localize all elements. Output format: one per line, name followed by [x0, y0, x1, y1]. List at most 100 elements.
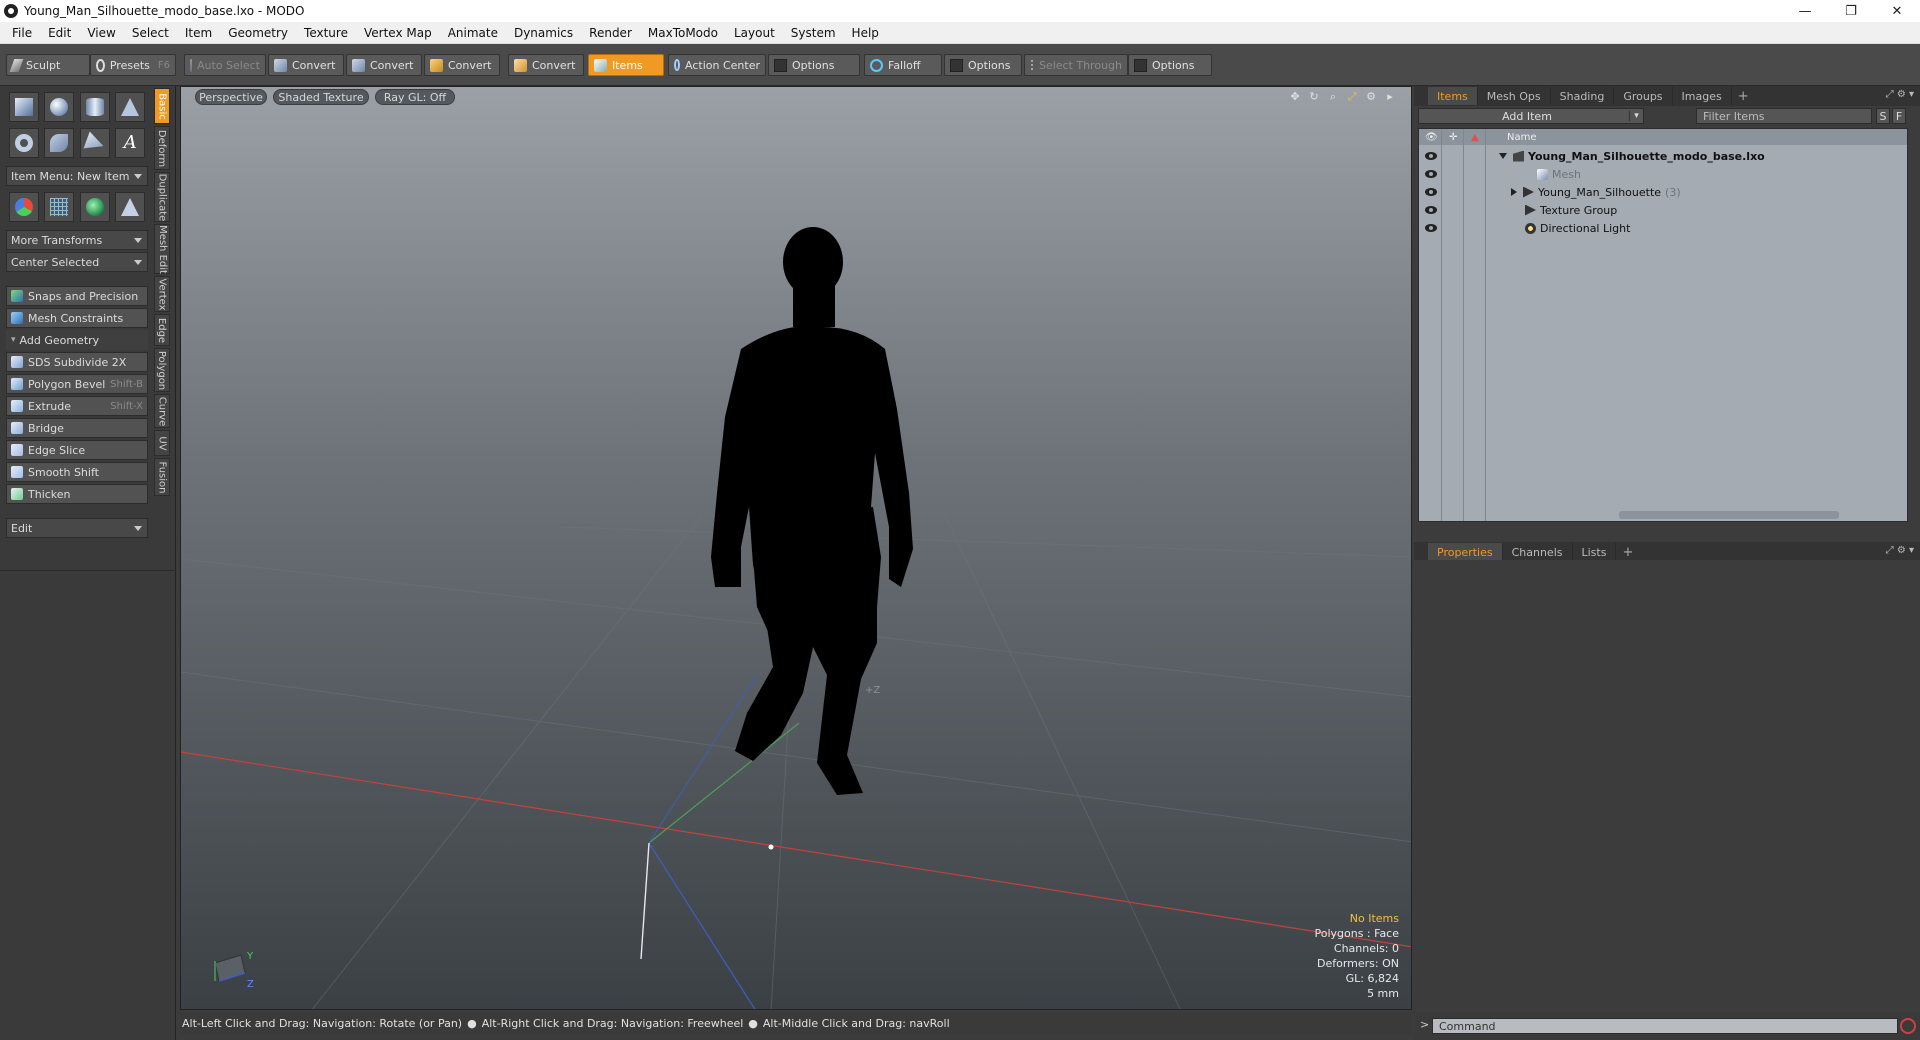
shading-mode-button[interactable]: Shaded Texture — [273, 89, 369, 105]
maximize-button[interactable]: ❐ — [1828, 0, 1874, 22]
collapsed-icon[interactable] — [1511, 188, 1517, 196]
auto-select-button[interactable]: Auto Select — [184, 54, 266, 76]
tab-lists[interactable]: Lists — [1573, 543, 1617, 561]
tab-mesh-ops[interactable]: Mesh Ops — [1478, 87, 1551, 105]
pan-icon[interactable]: ✥ — [1288, 90, 1302, 104]
menu-geometry[interactable]: Geometry — [220, 22, 296, 44]
menu-animate[interactable]: Animate — [440, 22, 506, 44]
young-man-silhouette[interactable] — [711, 227, 913, 795]
horizontal-scrollbar[interactable] — [1619, 511, 1839, 519]
transform-tool[interactable] — [8, 192, 39, 222]
filter-items-input[interactable]: Filter Items — [1696, 108, 1872, 124]
vtab-deform[interactable]: Deform — [154, 126, 170, 170]
select-through-button[interactable]: Select Through — [1024, 54, 1128, 76]
add-tab-icon[interactable]: + — [1738, 89, 1749, 104]
bridge-button[interactable]: Bridge — [6, 418, 148, 438]
torus-tool[interactable] — [8, 128, 39, 158]
edge-slice-button[interactable]: Edge Slice — [6, 440, 148, 460]
items-mode-button[interactable]: Items — [588, 54, 664, 76]
menu-layout[interactable]: Layout — [726, 22, 783, 44]
sculpt-button[interactable]: Sculpt — [6, 54, 90, 76]
convert-button-2[interactable]: Convert — [346, 54, 422, 76]
center-selected-dropdown[interactable]: Center Selected — [6, 252, 148, 272]
falloff-button[interactable]: Falloff — [864, 54, 942, 76]
menu-vertex-map[interactable]: Vertex Map — [356, 22, 440, 44]
eye-icon[interactable] — [1425, 206, 1437, 214]
menu-maxtomodo[interactable]: MaxToModo — [640, 22, 726, 44]
tab-properties[interactable]: Properties — [1428, 543, 1503, 561]
action-center-button[interactable]: Action Center — [668, 54, 766, 76]
smooth-shift-button[interactable]: Smooth Shift — [6, 462, 148, 482]
tab-shading[interactable]: Shading — [1551, 87, 1615, 105]
menu-edit[interactable]: Edit — [40, 22, 79, 44]
view-axis-gizmo[interactable]: Y Z — [214, 951, 254, 990]
filter-f-button[interactable]: F — [1892, 108, 1906, 124]
vtab-basic[interactable]: Basic — [154, 88, 170, 124]
vtab-edge[interactable]: Edge — [154, 314, 170, 346]
convert-button-1[interactable]: Convert — [268, 54, 344, 76]
tab-images[interactable]: Images — [1673, 87, 1732, 105]
close-button[interactable]: ✕ — [1874, 0, 1920, 22]
tree-item-group[interactable]: Texture Group — [1419, 201, 1907, 219]
gear-icon[interactable]: ⚙ — [1364, 90, 1378, 104]
menu-help[interactable]: Help — [844, 22, 887, 44]
menu-select[interactable]: Select — [124, 22, 177, 44]
item-menu-dropdown[interactable]: Item Menu: New Item — [6, 166, 148, 186]
menu-item[interactable]: Item — [177, 22, 220, 44]
tab-groups[interactable]: Groups — [1614, 87, 1673, 105]
filter-s-button[interactable]: S — [1876, 108, 1890, 124]
eye-icon[interactable] — [1425, 224, 1437, 232]
expanded-icon[interactable] — [1499, 153, 1507, 159]
tab-items[interactable]: Items — [1428, 87, 1478, 105]
record-icon[interactable] — [1900, 1018, 1916, 1034]
sphere-tool[interactable] — [44, 92, 75, 122]
convert-button-3[interactable]: Convert — [424, 54, 500, 76]
options-button-3[interactable]: Options — [1128, 54, 1212, 76]
vtab-uv[interactable]: UV — [154, 430, 170, 456]
menu-texture[interactable]: Texture — [296, 22, 356, 44]
arrow-right-icon[interactable]: ▸ — [1383, 90, 1397, 104]
edit-dropdown[interactable]: Edit — [6, 518, 148, 538]
eye-icon[interactable] — [1425, 152, 1437, 160]
grid-tool[interactable] — [44, 192, 75, 222]
tree-item-mesh[interactable]: Mesh — [1419, 165, 1907, 183]
text-tool[interactable]: A — [115, 128, 146, 158]
panel-expand-icon[interactable]: ⤢ ⚙ ▾ — [1886, 89, 1914, 100]
tree-item-scene[interactable]: Young_Man_Silhouette_modo_base.lxo — [1419, 147, 1907, 165]
options-button-1[interactable]: Options — [768, 54, 860, 76]
vtab-curve[interactable]: Curve — [154, 394, 170, 428]
minimize-button[interactable]: — — [1782, 0, 1828, 22]
add-tab-icon[interactable]: + — [1622, 545, 1633, 560]
presets-button[interactable]: Presets F6 — [90, 54, 176, 76]
eye-icon[interactable] — [1425, 170, 1437, 178]
add-item-dropdown[interactable]: Add Item ▾ — [1418, 108, 1644, 124]
snaps-precision-button[interactable]: Snaps and Precision — [6, 286, 148, 306]
view-type-button[interactable]: Perspective — [195, 89, 267, 105]
globe-tool[interactable] — [79, 192, 110, 222]
menu-system[interactable]: System — [783, 22, 844, 44]
vtab-mesh-edit[interactable]: Mesh Edit — [154, 224, 170, 274]
sds-subdivide-2x-button[interactable]: SDS Subdivide 2X — [6, 352, 148, 372]
pyramid-tool[interactable] — [115, 192, 146, 222]
menu-render[interactable]: Render — [581, 22, 640, 44]
polygon-bevel-button[interactable]: Polygon Bevel Shift-B — [6, 374, 148, 394]
3d-viewport[interactable]: +Z Y Z Perspective Shaded Texture Ray GL… — [180, 86, 1412, 1010]
props-expand-icon[interactable]: ⤢ ⚙ ▾ — [1886, 545, 1914, 556]
tree-item-group[interactable]: Young_Man_Silhouette (3) — [1419, 183, 1907, 201]
tab-channels[interactable]: Channels — [1503, 543, 1573, 561]
more-transforms-dropdown[interactable]: More Transforms — [6, 230, 148, 250]
tree-item-light[interactable]: Directional Light — [1419, 219, 1907, 237]
fit-icon[interactable]: ⤢ — [1345, 90, 1359, 104]
vtab-duplicate[interactable]: Duplicate — [154, 172, 170, 222]
eye-icon[interactable] — [1425, 188, 1437, 196]
cylinder-tool[interactable] — [79, 92, 110, 122]
items-tree[interactable]: 👁 ✛ ▲ Name Young_Man_Silhouette_modo_bas… — [1418, 128, 1908, 522]
mesh-constraints-button[interactable]: Mesh Constraints — [6, 308, 148, 328]
menu-view[interactable]: View — [79, 22, 123, 44]
thicken-button[interactable]: Thicken — [6, 484, 148, 504]
add-geometry-header[interactable]: ▾ Add Geometry — [6, 330, 148, 350]
cube-tool[interactable] — [8, 92, 39, 122]
zoom-icon[interactable]: ⌕ — [1326, 90, 1340, 104]
extrude-button[interactable]: Extrude Shift-X — [6, 396, 148, 416]
convert-button-4[interactable]: Convert — [508, 54, 584, 76]
